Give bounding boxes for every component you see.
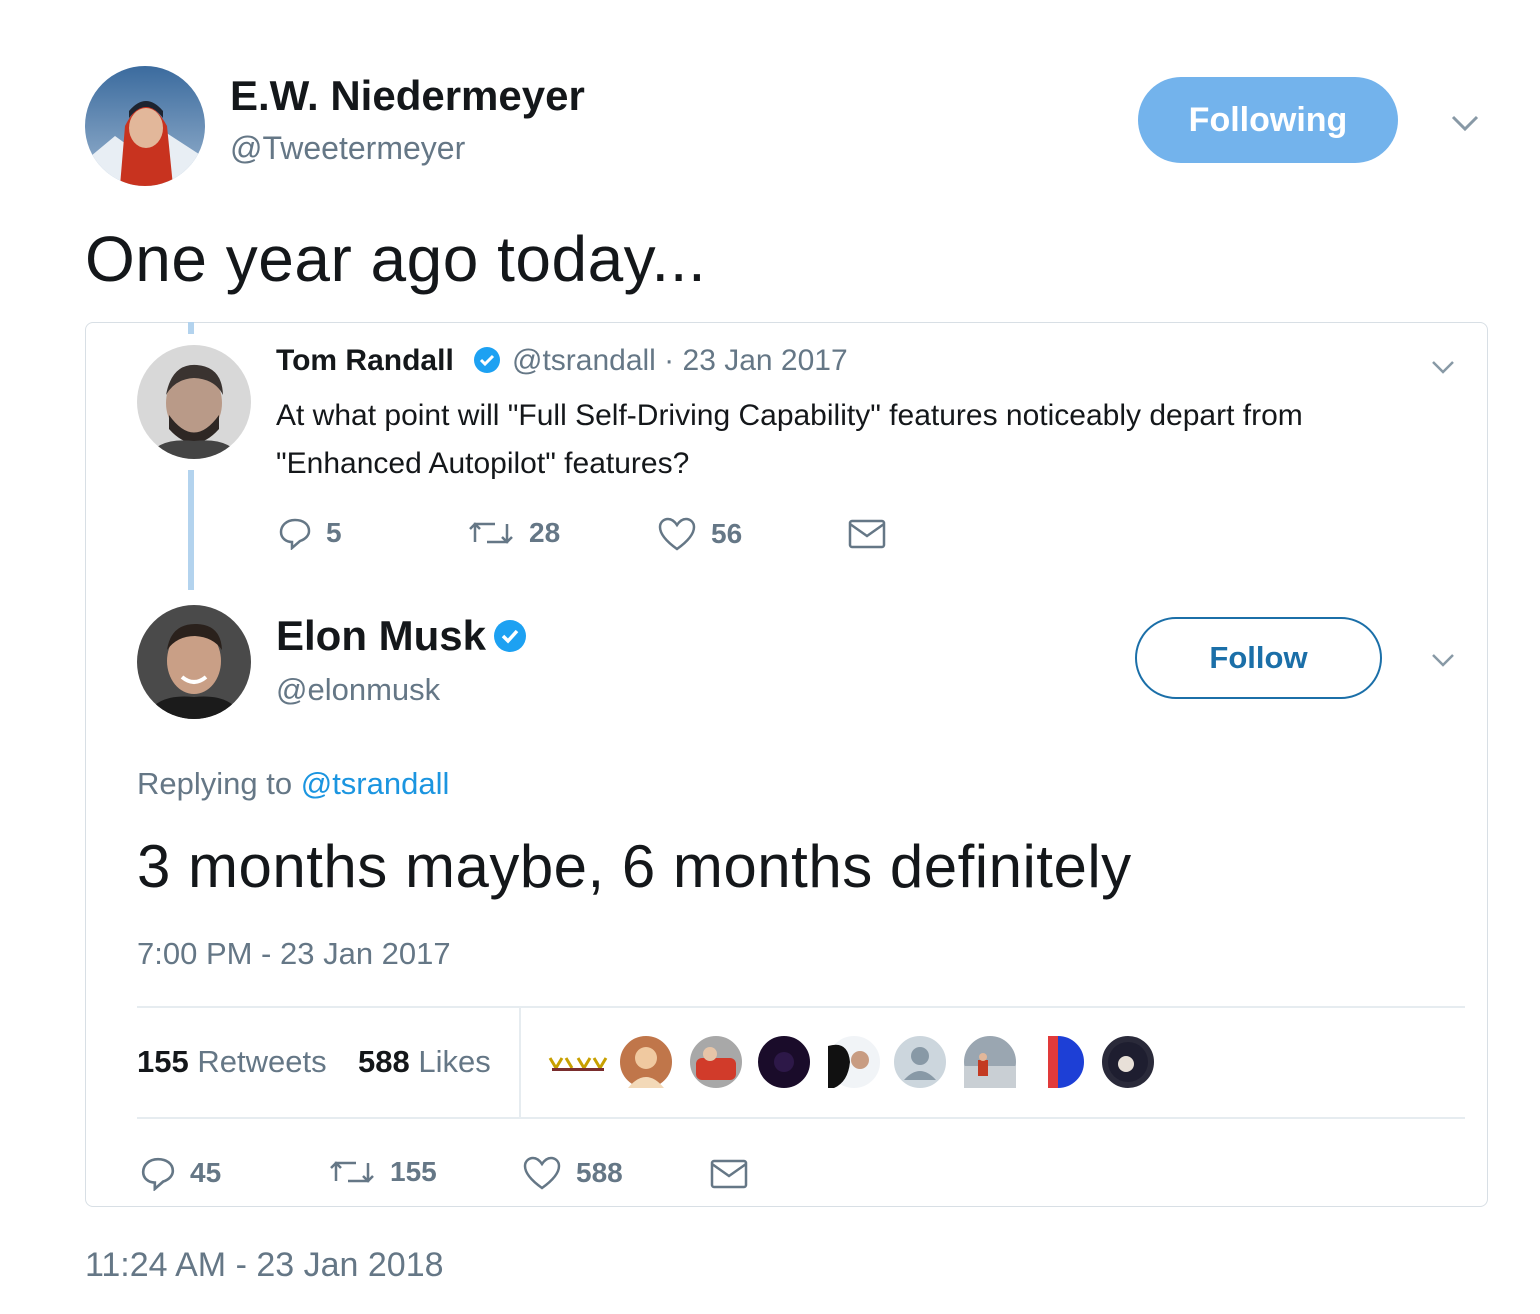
divider [137, 1117, 1465, 1119]
parent-author-avatar[interactable] [137, 345, 251, 459]
verified-badge-icon [492, 618, 528, 654]
retweet-icon [469, 522, 513, 544]
likes-stat[interactable]: 588 Likes [358, 1044, 491, 1080]
reply-author-handle[interactable]: @elonmusk [276, 672, 440, 708]
parent-author-name[interactable]: Tom Randall [276, 344, 454, 378]
mention-link[interactable]: @tsrandall [301, 766, 450, 801]
chevron-down-icon[interactable] [1428, 355, 1458, 379]
retweets-stat[interactable]: 155 Retweets [137, 1044, 327, 1080]
verified-badge-icon [472, 345, 502, 375]
reply-author-avatar[interactable] [137, 605, 251, 719]
divider [137, 1006, 1465, 1008]
retweet-action[interactable]: 155 [328, 1155, 437, 1189]
liker-avatar[interactable] [962, 1034, 1018, 1090]
thread-connector [188, 322, 194, 334]
tweet-text: One year ago today... [85, 223, 707, 295]
likes-stat-label: Likes [418, 1044, 491, 1079]
reply-author-name[interactable]: Elon Musk [276, 612, 486, 660]
liker-avatar[interactable] [826, 1034, 882, 1090]
liker-avatar[interactable] [1100, 1034, 1156, 1090]
retweets-stat-count: 155 [137, 1044, 189, 1079]
liker-avatar[interactable] [688, 1034, 744, 1090]
like-count: 56 [711, 518, 743, 549]
heart-icon [523, 1156, 561, 1190]
parent-tweet-text: At what point will "Full Self-Driving Ca… [276, 399, 1303, 480]
retweet-icon [330, 1161, 374, 1183]
likes-stat-count: 588 [358, 1044, 410, 1079]
retweet-count: 155 [390, 1156, 437, 1187]
replying-to-label: Replying to [137, 766, 293, 801]
like-count: 588 [576, 1157, 623, 1188]
parent-author-handle[interactable]: @tsrandall · 23 Jan 2017 [512, 344, 848, 378]
default-avatar-icon[interactable] [892, 1034, 948, 1090]
envelope-icon [848, 519, 886, 549]
reply-icon [141, 1157, 175, 1191]
chevron-down-icon[interactable] [1448, 108, 1482, 138]
author-handle[interactable]: @Tweetermeyer [230, 130, 465, 167]
author-name[interactable]: E.W. Niedermeyer [230, 72, 585, 120]
reply-action[interactable]: 5 [278, 516, 342, 550]
follow-button[interactable]: Follow [1135, 617, 1382, 699]
reply-icon [279, 518, 311, 550]
reply-timestamp[interactable]: 7:00 PM - 23 Jan 2017 [137, 936, 451, 972]
liker-avatar[interactable] [618, 1034, 674, 1090]
thread-connector [188, 470, 194, 590]
like-action[interactable]: 56 [657, 516, 742, 552]
reply-count: 45 [190, 1157, 222, 1188]
chevron-down-icon[interactable] [1428, 648, 1458, 672]
retweets-stat-label: Retweets [197, 1044, 327, 1079]
reply-count: 5 [326, 517, 342, 548]
reply-tweet-text: 3 months maybe, 6 months definitely [137, 833, 1132, 900]
author-avatar[interactable] [85, 66, 205, 186]
liker-avatar[interactable] [1030, 1034, 1086, 1090]
like-action[interactable]: 588 [522, 1155, 623, 1191]
heart-icon [658, 517, 696, 551]
liker-avatar[interactable] [548, 1050, 608, 1074]
divider [519, 1008, 521, 1117]
envelope-icon [710, 1159, 748, 1189]
tweet-timestamp[interactable]: 11:24 AM - 23 Jan 2018 [85, 1246, 444, 1285]
message-action[interactable] [710, 1158, 762, 1190]
message-action[interactable] [848, 518, 900, 550]
following-button[interactable]: Following [1138, 77, 1398, 163]
replying-to: Replying to @tsrandall [137, 766, 449, 802]
liker-avatar[interactable] [756, 1034, 812, 1090]
retweet-count: 28 [529, 517, 561, 548]
reply-action[interactable]: 45 [140, 1155, 221, 1191]
retweet-action[interactable]: 28 [467, 516, 560, 550]
